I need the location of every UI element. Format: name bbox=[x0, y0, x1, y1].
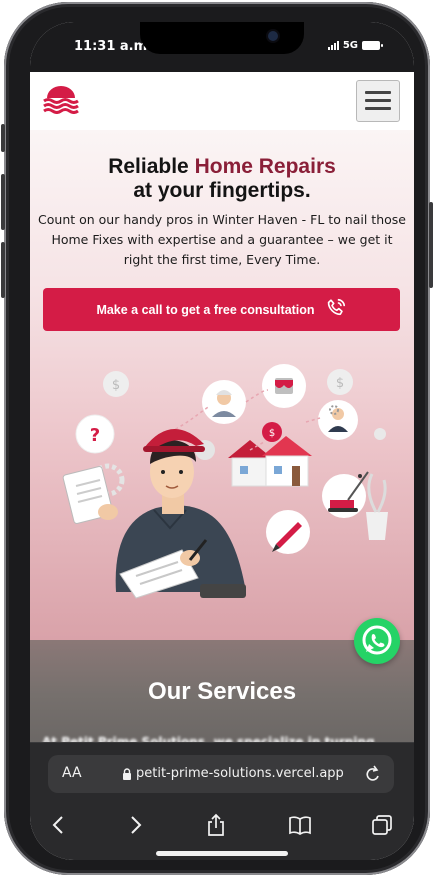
hero-description: Count on our handy pros in Winter Haven … bbox=[38, 212, 406, 267]
site-header bbox=[30, 72, 414, 131]
waves-logo-icon[interactable] bbox=[43, 86, 79, 118]
back-icon[interactable] bbox=[44, 811, 72, 839]
forward-icon[interactable] bbox=[122, 811, 150, 839]
hero-section: Reliable Home Repairs at your fingertips… bbox=[30, 130, 414, 640]
dynamic-notch bbox=[140, 22, 304, 54]
status-bar: 11:31 a.m. 5G bbox=[30, 22, 414, 72]
hero-title-accent: Home Repairs bbox=[194, 155, 336, 178]
volume-down-button bbox=[1, 242, 5, 298]
address-bar[interactable]: AA petit-prime-solutions.vercel.app bbox=[48, 755, 394, 793]
cta-label: Make a call to get a free consultation bbox=[96, 302, 315, 317]
hero-title-prefix: Reliable bbox=[108, 155, 195, 178]
browser-nav-row bbox=[30, 805, 414, 845]
power-button bbox=[429, 202, 433, 288]
text-size-button[interactable]: AA bbox=[62, 765, 82, 781]
svg-text:$: $ bbox=[269, 428, 275, 439]
camera-icon bbox=[268, 31, 278, 41]
repairman-home-services-illustration: $ $ ? $ bbox=[62, 364, 388, 599]
network-label: 5G bbox=[342, 40, 358, 51]
phone-screen: 11:31 a.m. 5G Reliable Home Repairs at y… bbox=[30, 22, 414, 860]
mute-switch bbox=[1, 124, 5, 152]
volume-up-button bbox=[1, 174, 5, 230]
phone-frame: 11:31 a.m. 5G Reliable Home Repairs at y… bbox=[1, 2, 433, 875]
phone-call-icon bbox=[325, 297, 347, 322]
call-consultation-button[interactable]: Make a call to get a free consultation bbox=[43, 288, 400, 331]
svg-text:?: ? bbox=[90, 425, 100, 446]
browser-toolbar: AA petit-prime-solutions.vercel.app bbox=[30, 742, 414, 860]
status-indicators: 5G bbox=[327, 40, 383, 51]
whatsapp-icon[interactable] bbox=[354, 618, 400, 664]
svg-text:$: $ bbox=[112, 378, 120, 393]
share-icon[interactable] bbox=[202, 811, 230, 839]
lock-icon bbox=[123, 768, 131, 780]
reload-icon[interactable] bbox=[364, 764, 382, 784]
svg-text:$: $ bbox=[336, 376, 344, 391]
home-indicator bbox=[156, 851, 288, 856]
url-text[interactable]: petit-prime-solutions.vercel.app bbox=[136, 766, 344, 781]
tabs-icon[interactable] bbox=[368, 811, 396, 839]
services-title: Our Services bbox=[147, 678, 297, 705]
hero-title-line2: at your fingertips. bbox=[133, 179, 311, 202]
signal-icon bbox=[327, 41, 339, 50]
hamburger-menu-icon[interactable] bbox=[356, 80, 400, 122]
hero-title: Reliable Home Repairs at your fingertips… bbox=[30, 155, 414, 203]
bookmarks-icon[interactable] bbox=[286, 811, 314, 839]
battery-icon bbox=[362, 41, 383, 50]
